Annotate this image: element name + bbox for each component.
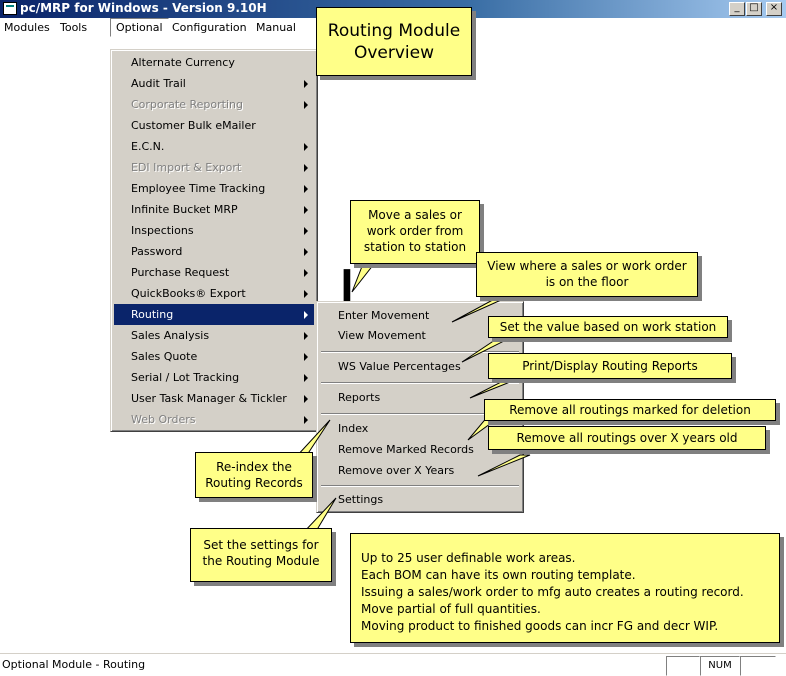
callout-view-movement: View where a sales or work order is on t…	[476, 252, 698, 297]
callout-features: Up to 25 user definable work areas. Each…	[350, 533, 780, 643]
status-num: NUM	[700, 656, 740, 676]
feature-line: Up to 25 user definable work areas.	[361, 551, 576, 565]
callout-remove-years: Remove all routings over X years old	[488, 426, 766, 450]
callout-remove-marked: Remove all routings marked for deletion	[484, 399, 776, 421]
callout-title: Routing Module Overview	[316, 7, 472, 76]
callout-enter-movement: Move a sales or work order from station …	[350, 200, 480, 264]
callout-reindex: Re-index the Routing Records	[195, 452, 313, 498]
callout-ws-value: Set the value based on work station	[488, 316, 728, 338]
status-panel-empty	[666, 656, 700, 676]
feature-line: Issuing a sales/work order to mfg auto c…	[361, 585, 744, 599]
status-bar: Optional Module - Routing NUM	[0, 653, 786, 676]
feature-line: Each BOM can have its own routing templa…	[361, 568, 636, 582]
callout-settings: Set the settings for the Routing Module	[190, 528, 332, 582]
leader-remove-years	[477, 454, 531, 477]
status-text: Optional Module - Routing	[2, 658, 146, 671]
feature-line: Move partial of full quantities.	[361, 602, 541, 616]
leader-reports	[469, 379, 516, 399]
status-panel-empty	[740, 656, 776, 676]
callout-reports: Print/Display Routing Reports	[488, 353, 732, 379]
feature-line: Moving product to finished goods can inc…	[361, 619, 719, 633]
